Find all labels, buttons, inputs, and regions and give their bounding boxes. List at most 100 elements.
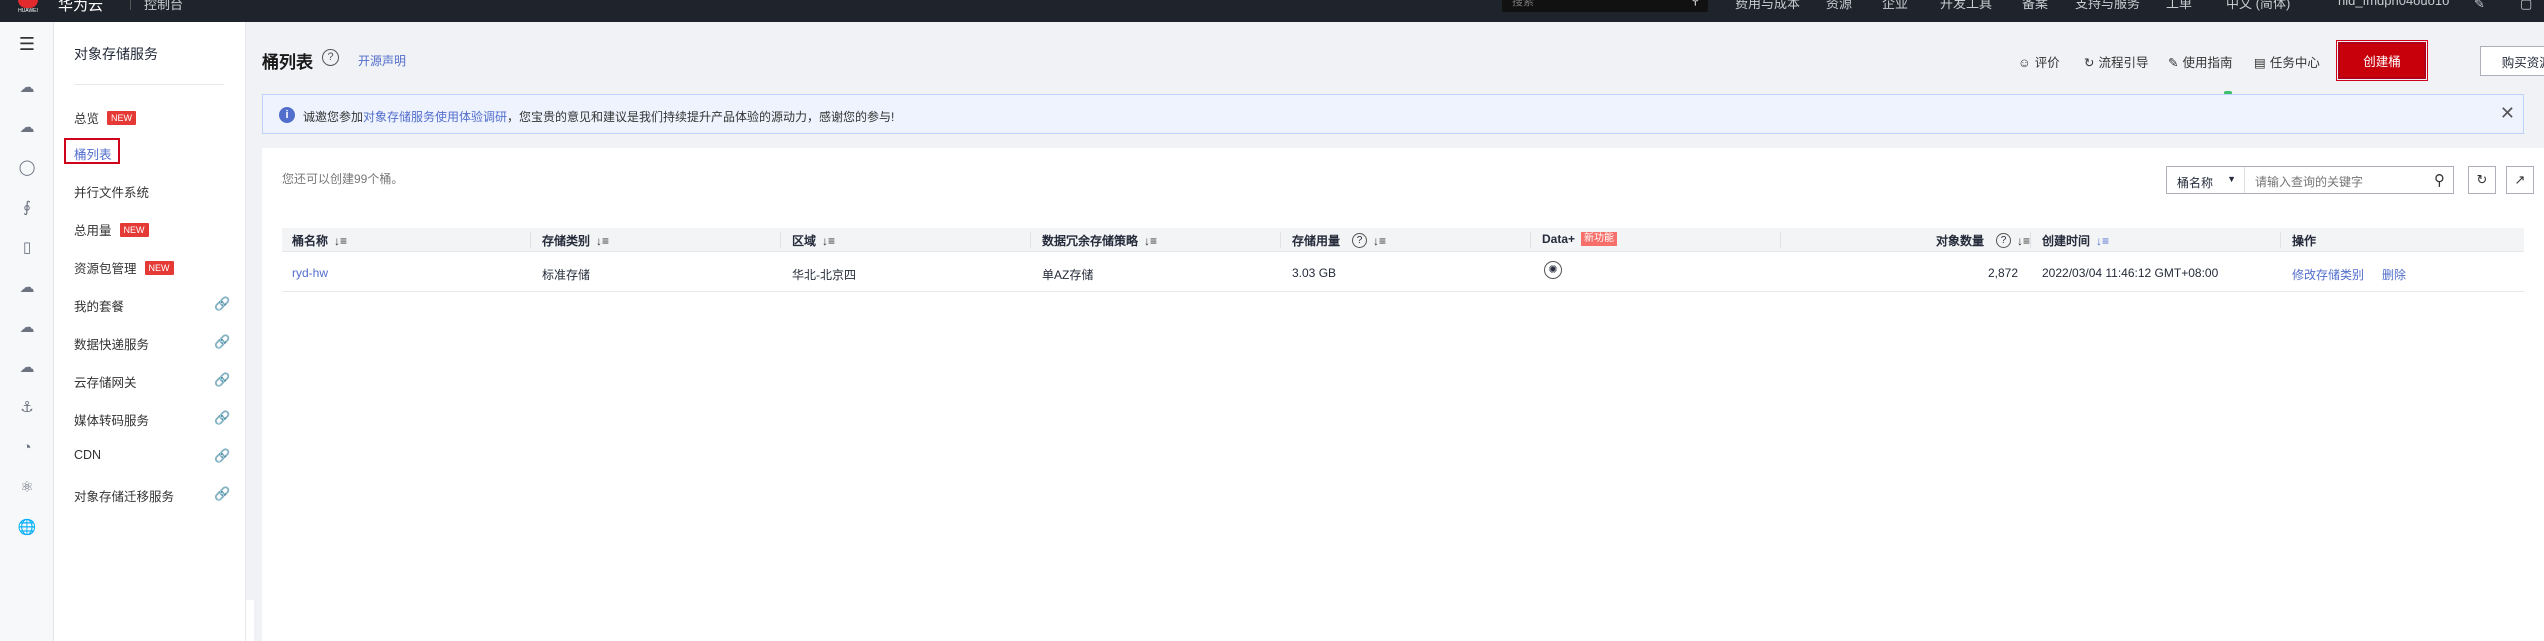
nav-tickets[interactable]: 工单: [2166, 0, 2192, 12]
process-guide-link[interactable]: ↻ 流程引导: [2084, 52, 2149, 71]
document-icon[interactable]: ▯: [17, 238, 37, 258]
sort-icon[interactable]: ↓≡: [2017, 234, 2030, 248]
survey-link[interactable]: 对象存储服务使用体验调研: [363, 110, 507, 124]
delete-link[interactable]: 删除: [2382, 266, 2406, 283]
modify-storage-class-link[interactable]: 修改存储类别: [2292, 266, 2364, 283]
sidebar-item-cdn[interactable]: CDN: [74, 448, 101, 462]
notice-suffix: ，您宝贵的意见和建议是我们持续提升产品体验的源动力，感谢您的参与!: [507, 110, 895, 124]
buy-resource-package-button[interactable]: 购买资源包: [2480, 46, 2544, 76]
sidebar-item-label: 桶列表: [74, 148, 112, 162]
column-separator: [780, 232, 781, 248]
monitor-icon[interactable]: ∮: [17, 198, 37, 218]
sort-icon[interactable]: ↓≡: [596, 234, 609, 248]
help-icon[interactable]: ?: [1352, 233, 1368, 248]
cloud-storage-icon[interactable]: ☁: [17, 118, 37, 138]
bucket-name-link[interactable]: ryd-hw: [292, 266, 328, 280]
edit-icon[interactable]: ✎: [2474, 0, 2485, 12]
user-guide-link[interactable]: ✎ 使用指南: [2168, 52, 2233, 71]
sort-desc-icon[interactable]: ↓≡: [2096, 234, 2109, 248]
sidebar-item-label: 总览: [74, 112, 100, 126]
cloud-sync-icon[interactable]: ☁: [17, 318, 37, 338]
refresh-button[interactable]: ↻: [2468, 166, 2496, 194]
column-header-created[interactable]: 创建时间 ↓≡: [2042, 232, 2109, 249]
bucket-list-panel: 您还可以创建99个桶。 桶名称 ▼ ⚲ ↻ ↗ 桶名称 ↓≡ 存储类别 ↓≡ 区域 ↓…: [262, 148, 2544, 641]
search-placeholder: 搜索: [1512, 0, 1534, 8]
sidebar-item-my-plans[interactable]: 我的套餐: [74, 296, 124, 315]
help-icon[interactable]: ?: [322, 49, 339, 66]
search-icon[interactable]: ⚲: [1690, 0, 1700, 6]
column-header-name[interactable]: 桶名称 ↓≡: [292, 232, 347, 249]
sidebar-item-storage-gateway[interactable]: 云存储网关: [74, 372, 137, 391]
nav-devtools[interactable]: 开发工具: [1940, 0, 1992, 12]
anchor-icon[interactable]: ⚓: [17, 398, 37, 418]
sidebar-item-overview[interactable]: 总览 NEW: [74, 108, 137, 127]
sidebar-item-parallel-fs[interactable]: 并行文件系统: [74, 182, 149, 201]
feedback-link[interactable]: ☺ 评价: [2018, 52, 2060, 71]
nav-enterprise[interactable]: 企业: [1882, 0, 1908, 12]
column-header-usage[interactable]: 存储用量? ↓≡: [1292, 232, 1386, 249]
link-icon: 🔗: [214, 486, 231, 501]
redundancy-cell: 单AZ存储: [1042, 268, 1094, 282]
cloud-arrow-icon[interactable]: ☁: [17, 358, 37, 378]
cloud-outline-icon[interactable]: ☁: [17, 278, 37, 298]
create-bucket-button[interactable]: 创建桶: [2336, 40, 2428, 81]
cloud-icon[interactable]: ☁: [17, 78, 37, 98]
column-label: 存储用量: [1292, 234, 1341, 248]
filter-field-value: 桶名称: [2177, 176, 2214, 190]
new-feature-badge: 新功能: [1581, 232, 1618, 246]
global-search-input[interactable]: 搜索 ⚲: [1502, 0, 1708, 12]
sidebar-item-migration[interactable]: 对象存储迁移服务: [74, 486, 174, 505]
export-button[interactable]: ↗: [2506, 166, 2534, 194]
column-separator: [530, 232, 531, 248]
column-header-objects[interactable]: 对象数量? ↓≡: [1936, 232, 2030, 249]
nav-support[interactable]: 支持与服务: [2075, 0, 2140, 12]
guide-icon: ↻: [2084, 56, 2095, 70]
sidebar-item-data-express[interactable]: 数据快递服务: [74, 334, 149, 353]
search-filter: 桶名称 ▼ ⚲: [2166, 166, 2454, 194]
sidebar-item-total-usage[interactable]: 总用量 NEW: [74, 220, 149, 239]
column-header-dataplus: Data+ 新功能: [1542, 232, 1618, 246]
open-source-link[interactable]: 开源声明: [358, 52, 406, 69]
column-header-region[interactable]: 区域 ↓≡: [792, 232, 835, 249]
brand-name[interactable]: 华为云: [58, 0, 103, 15]
sort-icon[interactable]: ↓≡: [1373, 234, 1386, 248]
column-header-storage-class[interactable]: 存储类别 ↓≡: [542, 232, 609, 249]
sidebar-item-bucket-list[interactable]: 桶列表: [74, 144, 112, 163]
nav-billing[interactable]: 费用与成本: [1735, 0, 1800, 12]
sidebar-collapse-handle[interactable]: [246, 600, 254, 641]
nav-user-account[interactable]: hid_fmdph04ouo1o: [2338, 0, 2449, 8]
huawei-logo[interactable]: HUAWEI: [10, 0, 46, 14]
sort-icon[interactable]: ↓≡: [1144, 234, 1157, 248]
nav-icp[interactable]: 备案: [2022, 0, 2048, 12]
nav-language[interactable]: 中文 (简体): [2226, 0, 2290, 12]
help-icon[interactable]: ?: [1996, 233, 2012, 248]
search-input[interactable]: [2255, 175, 2425, 189]
menu-icon[interactable]: ☰: [17, 34, 37, 54]
task-center-link[interactable]: ▤ 任务中心: [2254, 52, 2320, 71]
database-icon[interactable]: ◯: [17, 158, 37, 178]
nav-resources[interactable]: 资源: [1826, 0, 1852, 12]
column-header-operations: 操作: [2292, 232, 2316, 249]
gauge-icon[interactable]: ◔: [17, 438, 37, 458]
sidebar-title: 对象存储服务: [74, 46, 158, 62]
sort-icon[interactable]: ↓≡: [334, 234, 347, 248]
sidebar-item-label: CDN: [74, 448, 102, 462]
sidebar-item-resource-packages[interactable]: 资源包管理 NEW: [74, 258, 174, 277]
external-icon[interactable]: ▢: [2520, 0, 2532, 12]
search-icon[interactable]: ⚲: [2434, 171, 2445, 189]
console-link[interactable]: 控制台: [144, 0, 183, 13]
dataplus-icon[interactable]: ✺: [1544, 261, 1562, 279]
link-icon: 🔗: [214, 372, 231, 387]
top-navigation-bar: HUAWEI 华为云 控制台 搜索 ⚲ 费用与成本 资源 企业 开发工具 备案 …: [0, 0, 2544, 22]
network-icon[interactable]: ⚛: [17, 478, 37, 498]
table-row: ryd-hw 标准存储 华北-北京四 单AZ存储 3.03 GB ✺ 2,872…: [282, 252, 2524, 292]
filter-field-select[interactable]: 桶名称 ▼: [2167, 167, 2245, 193]
globe-icon[interactable]: 🌐: [17, 518, 37, 538]
feedback-label: 评价: [2034, 56, 2060, 70]
sidebar-item-label: 总用量: [74, 224, 112, 238]
column-header-redundancy[interactable]: 数据冗余存储策略 ↓≡: [1042, 232, 1157, 249]
sort-icon[interactable]: ↓≡: [822, 234, 835, 248]
sidebar-item-media-transcoding[interactable]: 媒体转码服务: [74, 410, 149, 429]
clipboard-icon: ▤: [2254, 56, 2266, 70]
close-icon[interactable]: ✕: [2500, 103, 2515, 124]
